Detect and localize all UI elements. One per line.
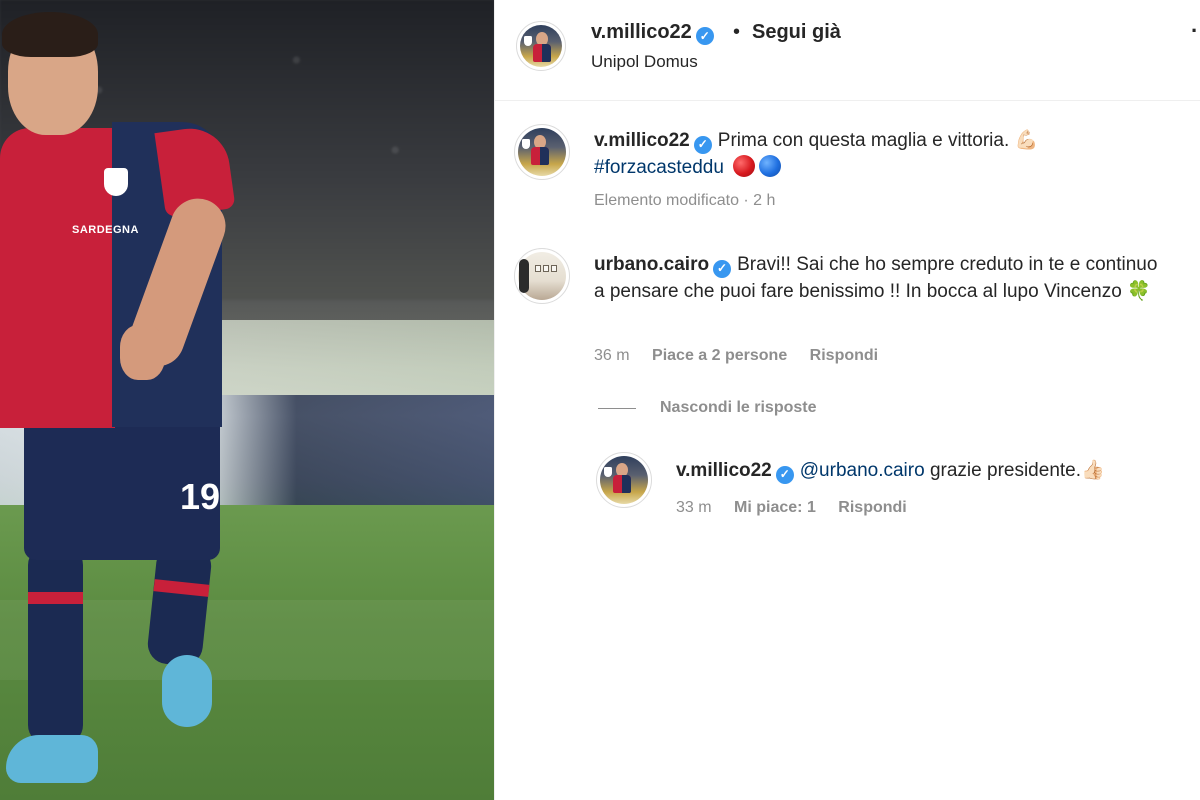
- reply-time: 33 m: [676, 499, 712, 516]
- player-leg-left: [28, 545, 83, 745]
- hide-replies-button[interactable]: Nascondi le risposte: [660, 399, 817, 417]
- avatar-crest: [522, 139, 530, 149]
- avatar-person: [519, 259, 529, 293]
- reply-username[interactable]: v.millico22: [676, 460, 772, 481]
- comment-likes[interactable]: Piace a 2 persone: [652, 347, 787, 364]
- reply-avatar[interactable]: [596, 452, 652, 508]
- verified-badge-icon: ✓: [693, 135, 712, 154]
- comment-time: 36 m: [594, 347, 630, 364]
- avatar-shirt: [613, 475, 631, 493]
- reply-mention-link[interactable]: @urbano.cairo: [800, 460, 925, 481]
- jersey-number: 19: [180, 476, 221, 517]
- following-button[interactable]: Segui già: [752, 21, 841, 44]
- comment-text: urbano.cairo ✓ Bravi!! Sai che ho sempre c…: [594, 251, 1164, 305]
- player-hair: [2, 12, 98, 57]
- boot-right: [162, 655, 212, 727]
- blue-circle-emoji-icon: [759, 155, 782, 177]
- reply-text: v.millico22 ✓ @urbano.cairo grazie preside…: [676, 457, 1196, 484]
- post-photo[interactable]: 19 SARDEGNA: [0, 0, 494, 800]
- avatar-crest: [524, 36, 532, 46]
- verified-badge-icon: ✓: [713, 259, 732, 278]
- location-link[interactable]: Unipol Domus: [591, 52, 698, 72]
- avatar-frame-3: [551, 265, 557, 272]
- reply-likes[interactable]: Mi piace: 1: [734, 499, 816, 516]
- sock-band-left: [28, 592, 83, 604]
- avatar-shirt: [531, 147, 549, 165]
- avatar-frame-1: [535, 265, 541, 272]
- caption-username[interactable]: v.millico22: [594, 130, 690, 151]
- reply-body: grazie presidente.👍🏻: [929, 460, 1105, 481]
- header-username[interactable]: v.millico22: [591, 21, 692, 43]
- avatar-frame-2: [543, 265, 549, 272]
- reply-reply-button[interactable]: Rispondi: [838, 499, 906, 516]
- caption-text: v.millico22 ✓ Prima con questa maglia e vi…: [594, 127, 1174, 181]
- more-options-icon[interactable]: ·: [1191, 18, 1198, 44]
- caption-body: Prima con questa maglia e vittoria. 💪🏻: [717, 130, 1039, 151]
- header-dot: •: [733, 21, 741, 43]
- boot-left: [6, 735, 98, 783]
- player-hand: [120, 325, 165, 380]
- comment-meta: 36 m Piace a 2 persone Rispondi: [594, 347, 896, 365]
- club-crest: [104, 168, 128, 196]
- shirt-red-half: [0, 128, 115, 428]
- comment-reply-button[interactable]: Rispondi: [810, 347, 878, 364]
- shirt-sponsor: SARDEGNA: [72, 224, 139, 236]
- reply-meta: 33 m Mi piace: 1 Rispondi: [676, 499, 925, 517]
- player-figure: 19 SARDEGNA: [0, 0, 494, 800]
- verified-badge-icon: ✓: [695, 27, 714, 45]
- red-circle-emoji-icon: [733, 155, 756, 177]
- comment-avatar[interactable]: [514, 248, 570, 304]
- player-leg-right: [145, 542, 214, 668]
- hide-replies-line: [598, 408, 636, 409]
- header-avatar[interactable]: [516, 21, 566, 71]
- caption-meta: Elemento modificato · 2 h: [594, 192, 776, 209]
- caption-avatar[interactable]: [514, 124, 570, 180]
- hashtag-link[interactable]: #forzacasteddu: [594, 157, 724, 178]
- header-divider: [495, 100, 1200, 101]
- comment-username[interactable]: urbano.cairo: [594, 254, 709, 275]
- avatar-crest: [604, 467, 612, 477]
- header-username-row: v.millico22 ✓: [591, 21, 720, 45]
- verified-badge-icon: ✓: [775, 465, 794, 484]
- post-panel: v.millico22 ✓ • Segui già Unipol Domus · …: [494, 0, 1200, 800]
- avatar-shirt: [533, 44, 551, 62]
